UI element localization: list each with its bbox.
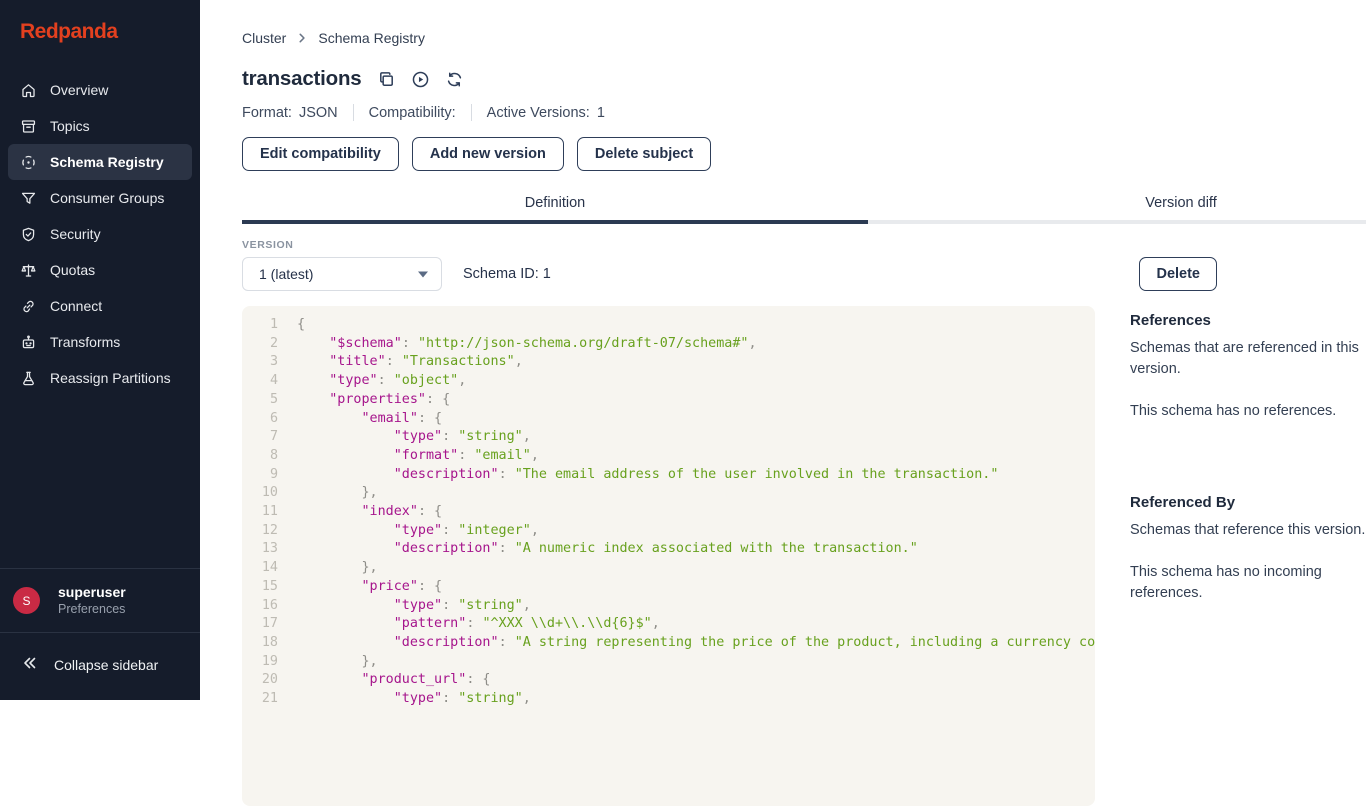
code-line: 6 "email": {: [242, 410, 1095, 429]
sidebar-nav: Overview Topics Schema Registry Consumer…: [0, 72, 200, 396]
preferences-link[interactable]: Preferences: [58, 601, 126, 618]
sidebar-item-label: Quotas: [50, 262, 95, 278]
collapse-sidebar-button[interactable]: Collapse sidebar: [0, 633, 200, 700]
version-select[interactable]: 1 (latest): [242, 257, 442, 291]
code-line: 9 "description": "The email address of t…: [242, 466, 1095, 485]
sidebar-item-schema-registry[interactable]: Schema Registry: [8, 144, 192, 180]
sidebar-item-transforms[interactable]: Transforms: [8, 324, 192, 360]
link-icon: [20, 298, 37, 315]
sidebar-item-quotas[interactable]: Quotas: [8, 252, 192, 288]
sidebar-item-connect[interactable]: Connect: [8, 288, 192, 324]
chevron-down-icon: [418, 271, 428, 278]
delete-subject-button[interactable]: Delete subject: [577, 137, 711, 171]
double-chevron-left-icon: [22, 655, 38, 674]
referenced-by-description: Schemas that reference this version.: [1130, 520, 1366, 541]
user-name: superuser: [58, 583, 126, 601]
format-value: JSON: [299, 105, 338, 121]
play-circle-icon[interactable]: [411, 70, 430, 89]
references-description: Schemas that are referenced in this vers…: [1130, 338, 1366, 380]
code-line: 15 "price": {: [242, 578, 1095, 597]
schema-code-editor[interactable]: 1{2 "$schema": "http://json-schema.org/d…: [242, 306, 1095, 806]
sidebar-item-label: Connect: [50, 298, 102, 314]
sidebar-item-overview[interactable]: Overview: [8, 72, 192, 108]
code-line: 17 "pattern": "^XXX \\d+\\.\\d{6}$",: [242, 615, 1095, 634]
main-content: Cluster Schema Registry transactions For…: [200, 0, 1366, 700]
topics-icon: [20, 118, 37, 135]
references-empty-text: This schema has no references.: [1130, 401, 1366, 422]
sidebar-item-consumer-groups[interactable]: Consumer Groups: [8, 180, 192, 216]
format-label: Format:: [242, 105, 292, 121]
sidebar-item-label: Security: [50, 226, 101, 242]
redpanda-logo: Redpanda: [0, 0, 200, 50]
tab-version-diff[interactable]: Version diff: [868, 188, 1366, 220]
version-row: 1 (latest) Schema ID: 1 Delete: [242, 257, 1217, 291]
shield-check-icon: [20, 226, 37, 243]
sidebar-spacer: [0, 396, 200, 568]
page-title: transactions: [242, 67, 362, 91]
version-select-value: 1 (latest): [259, 266, 313, 282]
code-line: 3 "title": "Transactions",: [242, 353, 1095, 372]
references-panel: References Schemas that are referenced i…: [1130, 306, 1366, 604]
meta-divider: [353, 104, 354, 121]
code-line: 7 "type": "string",: [242, 428, 1095, 447]
sidebar-item-label: Transforms: [50, 334, 120, 350]
version-label: VERSION: [242, 239, 1366, 251]
sidebar-item-label: Overview: [50, 82, 108, 98]
subject-meta-row: Format: JSON Compatibility: Active Versi…: [242, 104, 1366, 121]
copy-icon[interactable]: [377, 70, 396, 89]
code-line: 19 },: [242, 653, 1095, 672]
refresh-icon[interactable]: [445, 70, 464, 89]
referenced-by-title: Referenced By: [1130, 494, 1366, 511]
references-title: References: [1130, 312, 1366, 329]
code-line: 5 "properties": {: [242, 391, 1095, 410]
code-line: 10 },: [242, 484, 1095, 503]
active-versions-value: 1: [597, 105, 605, 121]
scales-icon: [20, 262, 37, 279]
breadcrumb-cluster[interactable]: Cluster: [242, 30, 286, 46]
breadcrumb: Cluster Schema Registry: [242, 0, 1366, 46]
sidebar-item-reassign-partitions[interactable]: Reassign Partitions: [8, 360, 192, 396]
referenced-by-empty-text: This schema has no incoming references.: [1130, 562, 1366, 604]
code-line: 20 "product_url": {: [242, 671, 1095, 690]
code-line: 4 "type": "object",: [242, 372, 1095, 391]
delete-version-button[interactable]: Delete: [1139, 257, 1217, 291]
actions-row: Edit compatibility Add new version Delet…: [242, 137, 1366, 171]
compatibility-label: Compatibility:: [369, 105, 456, 121]
code-line: 1{: [242, 316, 1095, 335]
robot-icon: [20, 334, 37, 351]
flask-icon: [20, 370, 37, 387]
code-line: 12 "type": "integer",: [242, 522, 1095, 541]
add-new-version-button[interactable]: Add new version: [412, 137, 564, 171]
sidebar-item-label: Schema Registry: [50, 154, 164, 170]
edit-compatibility-button[interactable]: Edit compatibility: [242, 137, 399, 171]
home-icon: [20, 82, 37, 99]
tab-definition[interactable]: Definition: [242, 188, 868, 220]
user-section[interactable]: S superuser Preferences: [0, 569, 200, 632]
tab-bar: Definition Version diff: [242, 188, 1366, 224]
code-line: 21 "type": "string",: [242, 690, 1095, 709]
meta-divider: [471, 104, 472, 121]
code-line: 13 "description": "A numeric index assoc…: [242, 540, 1095, 559]
avatar[interactable]: S: [13, 587, 40, 614]
filter-icon: [20, 190, 37, 207]
code-line: 14 },: [242, 559, 1095, 578]
active-versions-label: Active Versions:: [487, 105, 590, 121]
schema-registry-icon: [20, 154, 37, 171]
chevron-right-icon: [295, 31, 309, 45]
sidebar-item-security[interactable]: Security: [8, 216, 192, 252]
sidebar-item-topics[interactable]: Topics: [8, 108, 192, 144]
code-line: 11 "index": {: [242, 503, 1095, 522]
sidebar-item-label: Consumer Groups: [50, 190, 164, 206]
sidebar-item-label: Topics: [50, 118, 90, 134]
code-line: 18 "description": "A string representing…: [242, 634, 1095, 653]
code-line: 16 "type": "string",: [242, 597, 1095, 616]
collapse-sidebar-label: Collapse sidebar: [54, 657, 158, 673]
code-line: 8 "format": "email",: [242, 447, 1095, 466]
code-line: 2 "$schema": "http://json-schema.org/dra…: [242, 335, 1095, 354]
schema-id-text: Schema ID: 1: [463, 266, 551, 282]
sidebar: Redpanda Overview Topics Schema Registry…: [0, 0, 200, 700]
sidebar-item-label: Reassign Partitions: [50, 370, 171, 386]
title-row: transactions: [242, 67, 1366, 91]
breadcrumb-schema-registry[interactable]: Schema Registry: [318, 30, 425, 46]
